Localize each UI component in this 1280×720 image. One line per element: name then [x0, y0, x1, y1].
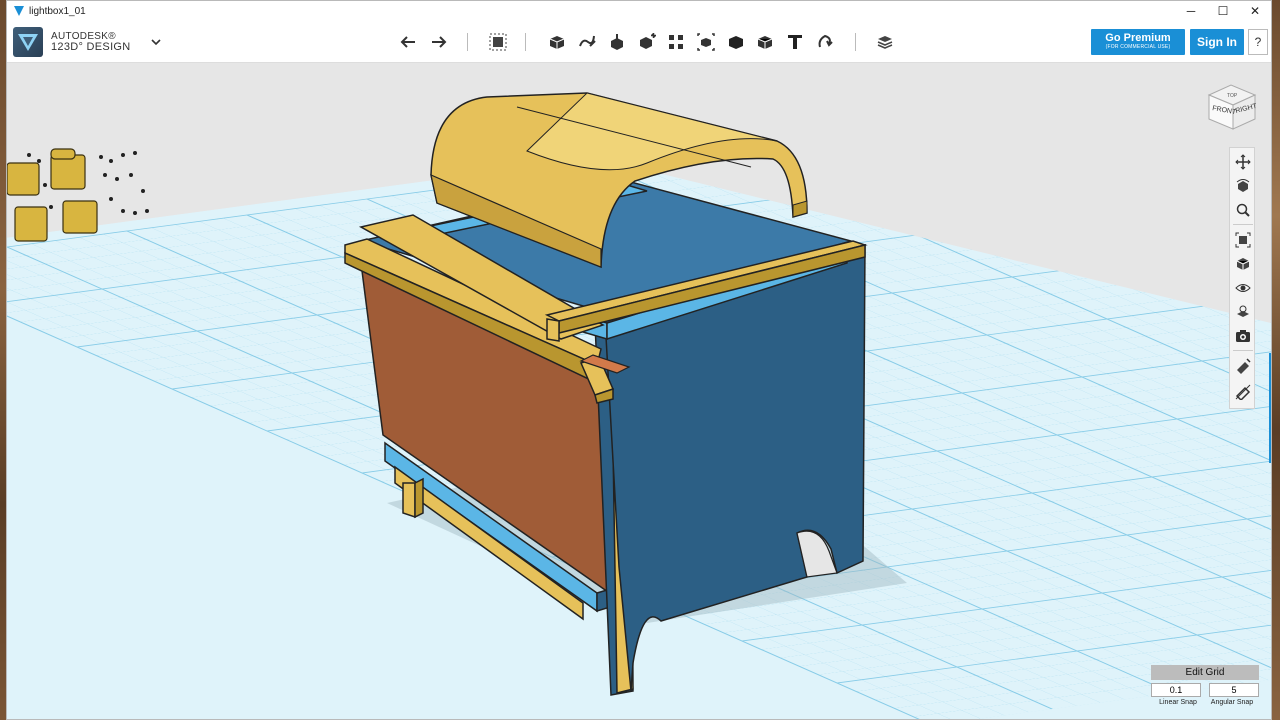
3d-viewport[interactable]: TOP FRONT RIGHT Edit Grid 0.1 5 Linear S… — [7, 63, 1271, 719]
app-window: lightbox1_01 ─ ☐ ✕ AUTODESK® 123D° DESIG… — [6, 0, 1272, 720]
window-title: lightbox1_01 — [29, 5, 86, 17]
modify-icon[interactable] — [635, 30, 659, 54]
snap-icon[interactable] — [813, 30, 837, 54]
title-bar: lightbox1_01 ─ ☐ ✕ — [7, 1, 1271, 21]
toolbar-separator — [467, 33, 468, 51]
toolbar-separator — [855, 33, 856, 51]
material-icon[interactable] — [873, 30, 897, 54]
panel-toggle-tab[interactable] — [1269, 353, 1271, 463]
angular-snap-input[interactable] — [1209, 683, 1259, 697]
visibility-icon[interactable] — [1233, 278, 1253, 298]
go-premium-label: Go Premium — [1105, 32, 1171, 44]
nav-separator — [1233, 350, 1253, 351]
angular-snap-label: Angular Snap — [1210, 699, 1254, 706]
main-toolbar: AUTODESK® 123D° DESIGN Go Premium (FOR C… — [7, 21, 1271, 63]
measure-icon[interactable] — [753, 30, 777, 54]
fit-icon[interactable] — [1233, 230, 1253, 250]
pan-icon[interactable] — [1233, 152, 1253, 172]
group-icon[interactable] — [694, 30, 718, 54]
camera-icon[interactable] — [1233, 326, 1253, 346]
linear-snap-input[interactable] — [1151, 683, 1201, 697]
sign-in-button[interactable]: Sign In — [1190, 29, 1244, 55]
brand-line2: 123D° DESIGN — [51, 41, 131, 53]
transform-icon[interactable] — [486, 30, 510, 54]
chevron-down-icon[interactable] — [150, 38, 161, 46]
primitives-icon[interactable] — [545, 30, 569, 54]
help-button[interactable]: ? — [1248, 29, 1268, 55]
autodesk-logo-icon — [13, 27, 43, 57]
combine-icon[interactable] — [724, 30, 748, 54]
view-icon[interactable] — [1233, 254, 1253, 274]
linear-snap-label: Linear Snap — [1159, 699, 1197, 706]
go-premium-sub: (FOR COMMERCIAL USE) — [1105, 44, 1171, 50]
close-button[interactable]: ✕ — [1239, 1, 1271, 21]
zoom-icon[interactable] — [1233, 200, 1253, 220]
view-cube[interactable]: TOP FRONT RIGHT — [1203, 77, 1259, 133]
desktop-wallpaper-right — [1272, 0, 1280, 720]
snap-tool-icon[interactable] — [1233, 356, 1253, 376]
sketch-icon[interactable] — [575, 30, 599, 54]
undo-icon[interactable] — [397, 30, 421, 54]
orbit-icon[interactable] — [1233, 176, 1253, 196]
minimize-button[interactable]: ─ — [1175, 1, 1207, 21]
viewcube-top-label: TOP — [1227, 93, 1238, 99]
edit-grid-button[interactable]: Edit Grid — [1151, 665, 1259, 680]
brand: AUTODESK® 123D° DESIGN — [13, 27, 161, 57]
materials-icon[interactable] — [1233, 302, 1253, 322]
text-icon[interactable] — [783, 30, 807, 54]
grid-panel: Edit Grid Linear Snap Angular Snap — [1151, 665, 1259, 713]
nav-separator — [1233, 224, 1253, 225]
scene-canvas[interactable] — [7, 63, 1271, 719]
navigation-bar — [1229, 147, 1255, 409]
go-premium-button[interactable]: Go Premium (FOR COMMERCIAL USE) — [1091, 29, 1185, 55]
construct-icon[interactable] — [605, 30, 629, 54]
toolbar-separator — [525, 33, 526, 51]
maximize-button[interactable]: ☐ — [1207, 1, 1239, 21]
pattern-icon[interactable] — [664, 30, 688, 54]
constraint-icon[interactable] — [1233, 382, 1253, 402]
app-logo-icon — [14, 6, 24, 16]
redo-icon[interactable] — [426, 30, 450, 54]
